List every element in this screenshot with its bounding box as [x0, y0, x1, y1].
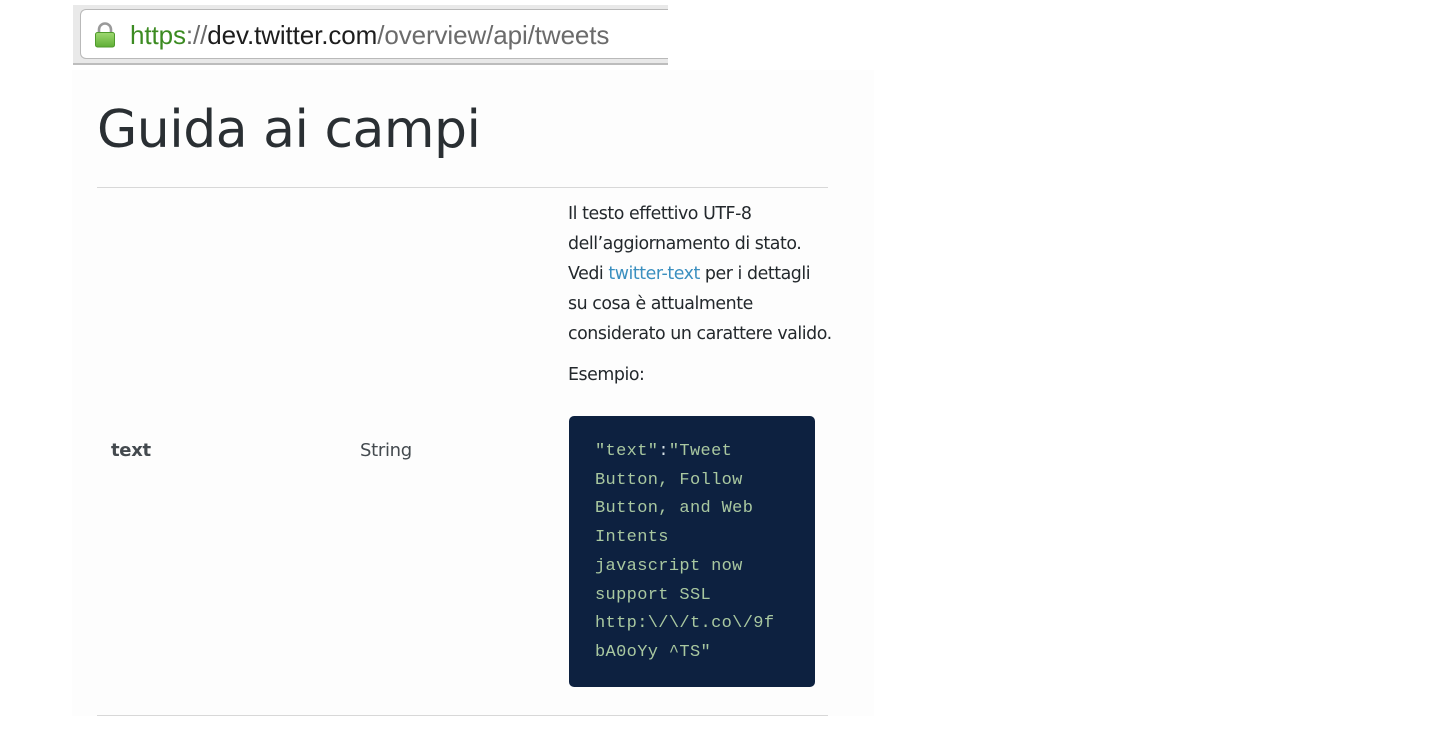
description-line: dell’aggiornamento di stato. [568, 234, 802, 254]
code-line: support SSL [595, 585, 712, 605]
table-bottom-divider [97, 715, 828, 716]
code-line: javascript now [595, 556, 743, 576]
description-line: considerato un carattere valido. [568, 324, 832, 344]
field-name: text [111, 440, 151, 461]
description-line: Il testo effettivo UTF-8 [568, 204, 752, 224]
code-line: Intents [595, 528, 669, 548]
code-value: "Tweet [668, 442, 733, 461]
page: https://dev.twitter.com/overview/api/twe… [0, 0, 1440, 736]
description-text: Vedi [568, 264, 609, 284]
code-line: http:\/\/t.co\/9f [595, 614, 775, 634]
url-path: /overview/api/tweets [377, 20, 610, 50]
description-line: Vedi twitter-text per i dettagli [568, 259, 838, 289]
twitter-text-link[interactable]: twitter-text [608, 264, 700, 284]
url-separator: :// [185, 20, 208, 50]
code-line: Button, Follow [595, 470, 743, 490]
code-line: bA0oYy ^TS" [595, 642, 712, 662]
field-description: Il testo effettivo UTF-8 dell’aggiorname… [568, 199, 838, 349]
url-host: dev.twitter.com [207, 20, 378, 50]
url-text[interactable]: https://dev.twitter.com/overview/api/twe… [130, 21, 609, 49]
table-top-divider [97, 187, 828, 188]
code-key: "text" [595, 442, 659, 461]
field-type: String [360, 440, 412, 461]
example-label: Esempio: [568, 365, 645, 385]
browser-toolbar: https://dev.twitter.com/overview/api/twe… [73, 5, 668, 65]
description-line: su cosa è attualmente [568, 294, 753, 314]
description-text: per i dettagli [699, 264, 811, 284]
lock-icon [95, 22, 115, 48]
url-scheme: https [130, 20, 186, 50]
code-line: "text":"Tweet [595, 438, 815, 467]
code-colon: : [658, 442, 669, 461]
page-title: Guida ai campi [97, 100, 481, 160]
example-code-block: "text":"Tweet Button, Follow Button, and… [569, 416, 815, 687]
code-line: Button, and Web [595, 499, 754, 519]
address-bar[interactable]: https://dev.twitter.com/overview/api/twe… [80, 9, 668, 59]
